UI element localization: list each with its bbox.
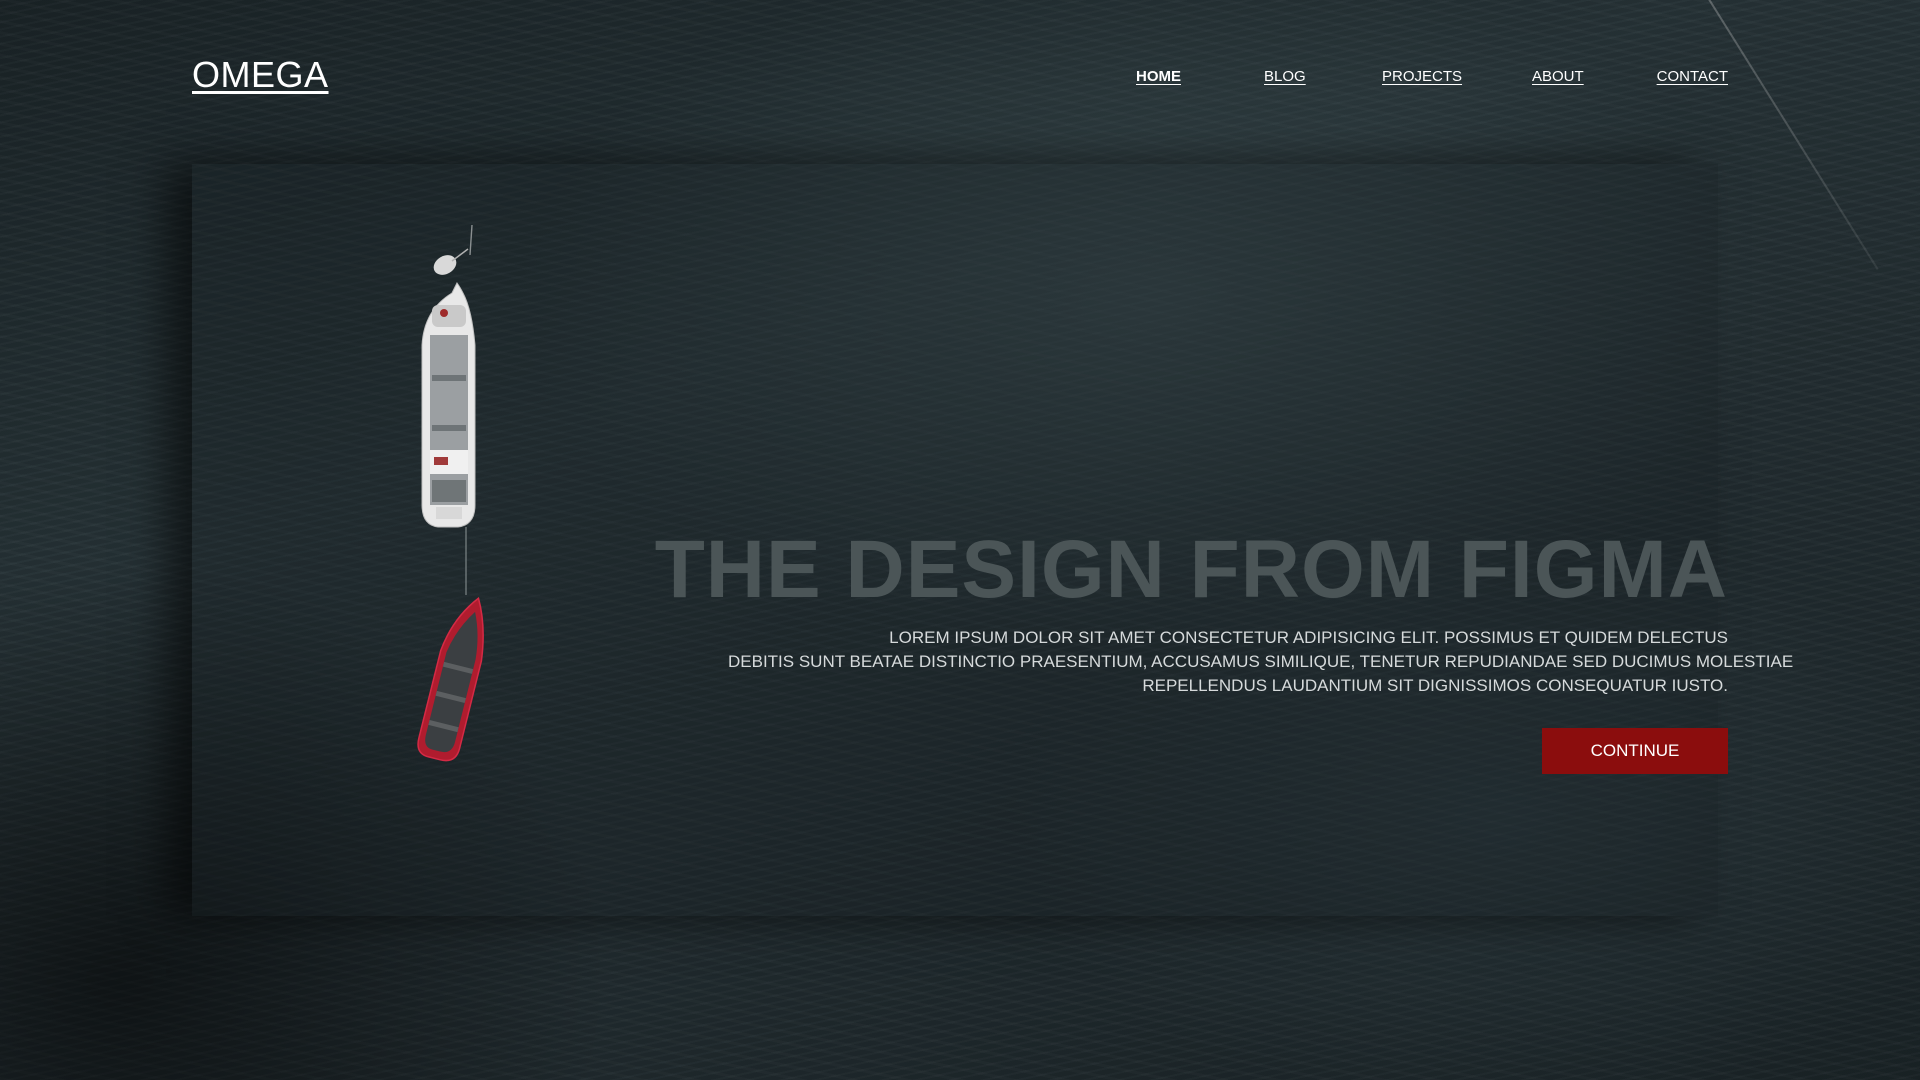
nav-item-projects[interactable]: PROJECTS [1382,68,1462,85]
hero-description-line: REPELLENDUS LAUDANTIUM SIT DIGNISSIMOS C… [1142,676,1728,695]
hero-title: THE DESIGN FROM FIGMA [654,524,1728,615]
nav-item-about[interactable]: ABOUT [1532,68,1584,85]
hero-description-line: DEBITIS SUNT BEATAE DISTINCTIO PRAESENTI… [728,652,1794,671]
main-nav: HOME BLOG PROJECTS ABOUT CONTACT [0,68,1728,92]
red-boat [417,596,484,762]
hero-description-line: LOREM IPSUM DOLOR SIT AMET CONSECTETUR A… [889,628,1728,647]
nav-item-home[interactable]: HOME [1136,68,1181,85]
continue-button[interactable]: CONTINUE [1542,728,1728,774]
hero-description: LOREM IPSUM DOLOR SIT AMET CONSECTETUR A… [728,626,1794,698]
white-boat [421,282,476,528]
nav-item-blog[interactable]: BLOG [1264,68,1306,85]
buoy [433,255,457,275]
boats-image [417,225,484,762]
nav-item-contact[interactable]: CONTACT [1657,68,1728,85]
